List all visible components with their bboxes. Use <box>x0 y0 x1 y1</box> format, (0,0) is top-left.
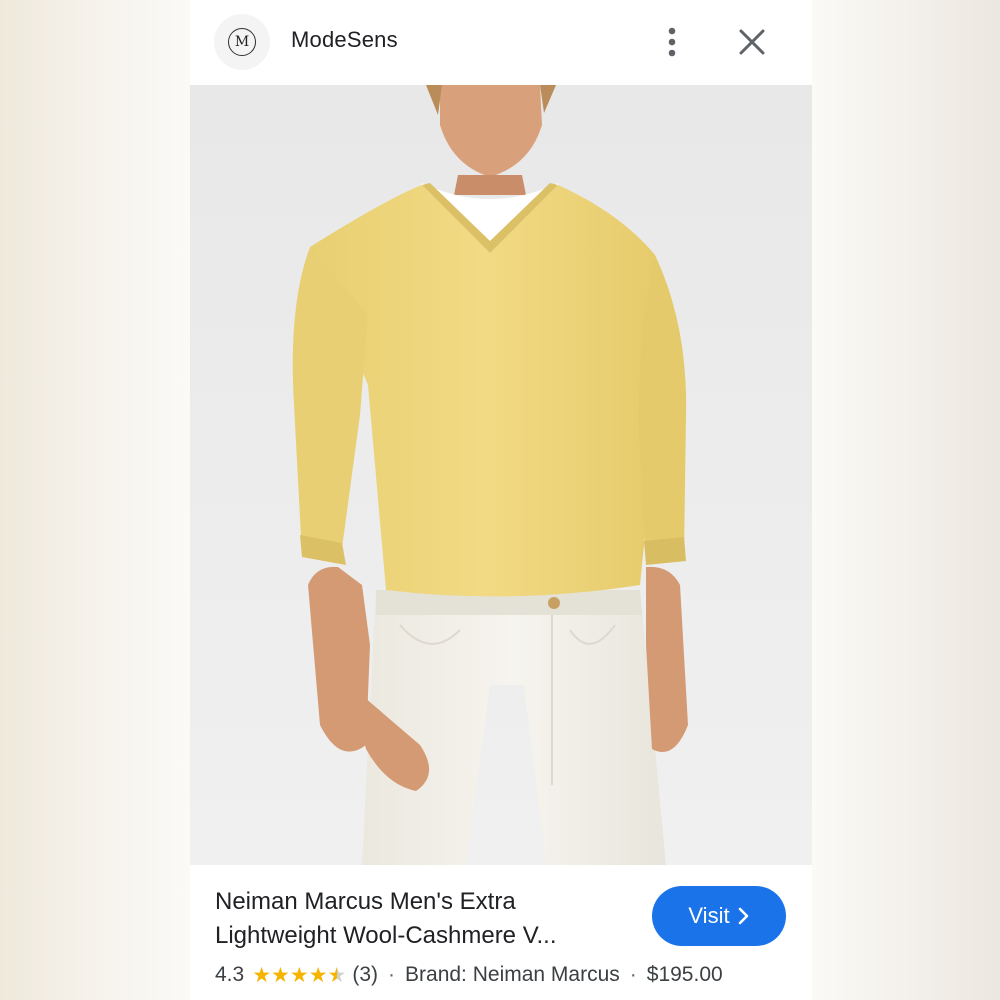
product-preview-card: M ModeSens Neiman Marcus Men's Extra Lig… <box>190 0 812 1000</box>
separator: · <box>388 963 396 986</box>
product-title-line-2: Lightweight Wool-Cashmere V... <box>215 922 557 949</box>
brand-label: Brand: Neiman Marcus <box>405 963 620 986</box>
review-count: (3) <box>352 963 379 986</box>
product-meta: 4.3 ★ ★ ★ ★ ★ (3) · Brand: Neiman Marcus… <box>215 963 723 987</box>
star-icon: ★ <box>308 963 328 987</box>
visit-button[interactable]: Visit <box>652 886 786 946</box>
rating-stars: ★ ★ ★ ★ ★ <box>252 965 346 986</box>
product-image[interactable] <box>190 85 812 865</box>
separator: · <box>629 963 637 986</box>
rating-value: 4.3 <box>215 963 245 986</box>
price: $195.00 <box>646 963 723 986</box>
product-info: Neiman Marcus Men's Extra Lightweight Wo… <box>190 865 812 1000</box>
product-title-line-1: Neiman Marcus Men's Extra <box>215 888 516 915</box>
star-icon: ★ <box>271 963 290 987</box>
chevron-right-icon <box>738 907 748 925</box>
model-illustration <box>292 85 688 865</box>
close-button[interactable] <box>734 24 770 60</box>
logo-letter: M <box>228 28 256 56</box>
more-options-button[interactable] <box>656 22 688 62</box>
site-name: ModeSens <box>291 27 398 52</box>
product-title[interactable]: Neiman Marcus Men's Extra Lightweight Wo… <box>215 885 635 953</box>
star-icon: ★ <box>252 963 272 987</box>
preview-header: M ModeSens <box>190 0 812 85</box>
half-star-icon: ★ <box>327 963 347 987</box>
close-icon <box>739 29 765 55</box>
visit-button-label: Visit <box>688 903 730 928</box>
more-vertical-icon <box>668 27 676 57</box>
star-icon: ★ <box>289 963 309 987</box>
site-logo: M <box>214 14 270 70</box>
